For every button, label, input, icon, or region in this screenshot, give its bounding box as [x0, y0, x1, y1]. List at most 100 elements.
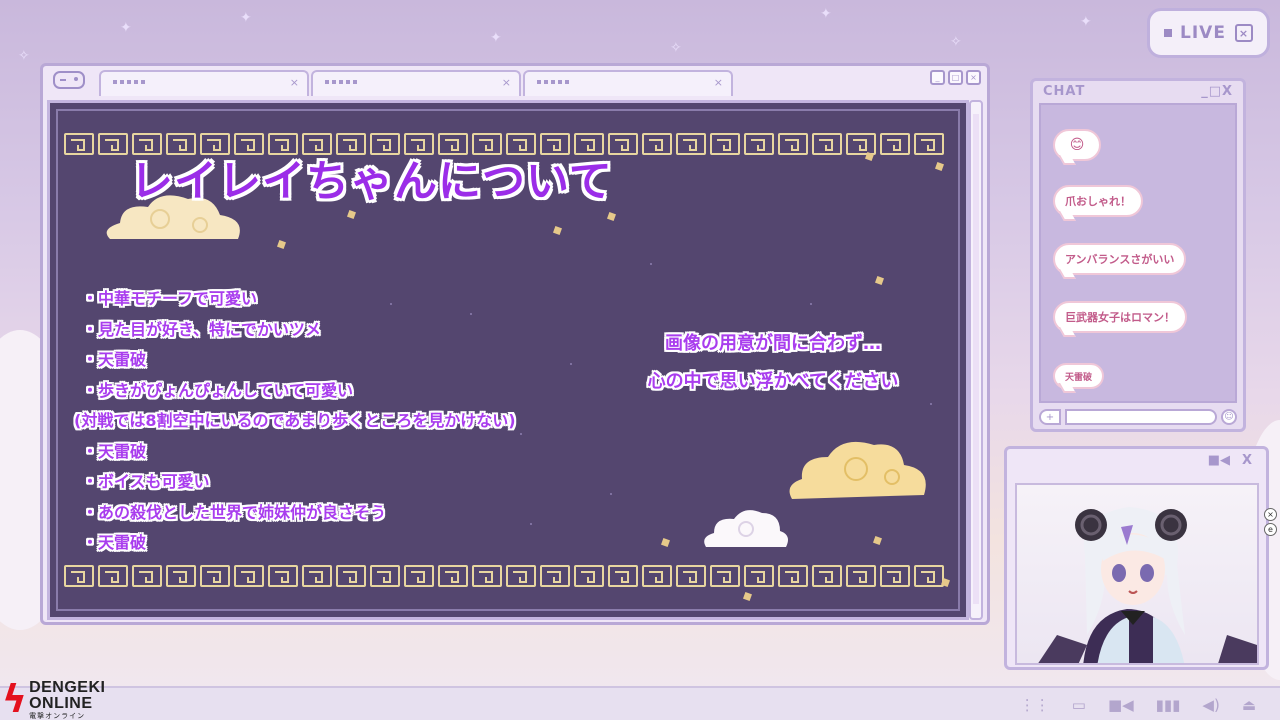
gamepad-icon [53, 71, 85, 89]
meander-key [64, 565, 94, 587]
meander-key [744, 565, 774, 587]
list-item: ・天雷破 [82, 350, 147, 369]
browser-tab-2[interactable]: × [311, 70, 521, 96]
meander-key [64, 133, 94, 155]
meander-key [710, 133, 740, 155]
emoji-icon[interactable]: ☺ [1221, 409, 1237, 425]
meander-key [778, 565, 808, 587]
tab-close-icon[interactable]: × [714, 76, 723, 89]
camera-icon[interactable]: ■◀ [1208, 453, 1230, 468]
eject-icon[interactable]: ⏏ [1242, 696, 1256, 714]
scrollbar-thumb[interactable] [973, 114, 979, 604]
chat-message: アンバランスさがいい [1053, 243, 1187, 275]
meander-key [914, 565, 944, 587]
close-button[interactable]: × [966, 70, 981, 85]
logo-line3: 電撃オンライン [29, 712, 86, 720]
image-notice: 画像の用意が間に合わず… 心の中で思い浮かべてください [598, 325, 948, 401]
meander-key [744, 133, 774, 155]
cloud-icon [789, 441, 926, 499]
taskbar: ⋮⋮ ▭ ■◀ ▮▮▮ ◀) ⏏ [0, 686, 1280, 720]
side-edge-icon[interactable]: e [1264, 523, 1277, 536]
side-close-icon[interactable]: × [1264, 508, 1277, 521]
slide-title: レイレイちゃんについて [130, 157, 613, 207]
vtuber-avatar-feed [1015, 483, 1259, 665]
camera-close-icon[interactable]: X [1242, 453, 1252, 468]
list-item: ・歩きがぴょんぴょんしていて可愛い [82, 380, 354, 400]
meander-key [846, 133, 876, 155]
add-icon[interactable]: + [1039, 409, 1061, 425]
scrollbar[interactable] [969, 100, 983, 620]
camera-header: ■◀ X [1007, 449, 1266, 471]
meander-key [914, 133, 944, 155]
chat-message: 爪おしゃれ！ [1053, 185, 1143, 217]
meander-key [676, 565, 706, 587]
live-dot-icon [1164, 29, 1172, 37]
tab-bar: × × × _ □ × [43, 66, 987, 96]
lightning-icon: ϟ [2, 677, 28, 720]
chat-message: 天雷破 [1053, 363, 1105, 389]
signal-icon[interactable]: ▮▮▮ [1156, 696, 1181, 714]
meander-key [778, 133, 808, 155]
meander-key [642, 133, 672, 155]
notice-line: 画像の用意が間に合わず… [665, 333, 881, 354]
slide-panel: レイレイちゃんについて ・中華モチーフで可愛い ・見た目が好き、特にでかいツメ … [47, 100, 969, 620]
camera-icon[interactable]: ■◀ [1108, 696, 1134, 714]
live-badge: LIVE × [1147, 8, 1270, 58]
avatar [1038, 507, 1257, 663]
meander-key [98, 133, 128, 155]
list-item-note: (対戦では8割空中にいるのであまり歩くところを見かけない) [74, 411, 516, 430]
main-window: × × × _ □ × レイレイちゃんについて ・中華モチーフで可愛い ・見た目… [40, 63, 990, 625]
meander-key [710, 565, 740, 587]
live-label: LIVE [1180, 23, 1226, 43]
chat-header: CHAT _□X [1033, 81, 1243, 101]
grip-icon[interactable]: ⋮⋮ [1020, 696, 1050, 714]
meander-key [268, 565, 298, 587]
tab-close-icon[interactable]: × [502, 76, 511, 89]
meander-key [370, 565, 400, 587]
meander-key [608, 565, 638, 587]
meander-key [200, 565, 230, 587]
maximize-button[interactable]: □ [948, 70, 963, 85]
list-item: ・天雷破 [82, 441, 147, 461]
meander-key [846, 565, 876, 587]
meander-key [438, 565, 468, 587]
meander-key [812, 133, 842, 155]
list-item: ・中華モチーフで可愛い [82, 289, 258, 308]
list-item: ・見た目が好き、特にでかいツメ [82, 319, 321, 339]
chat-message: 😊 [1053, 129, 1101, 161]
browser-tab-1[interactable]: × [99, 70, 309, 96]
meander-key [676, 133, 706, 155]
meander-key [880, 565, 910, 587]
live-close-icon[interactable]: × [1235, 24, 1253, 42]
meander-border-bottom [64, 565, 952, 587]
list-item: ・天雷破 [82, 533, 147, 552]
meander-key [540, 565, 570, 587]
chat-input[interactable] [1065, 409, 1217, 425]
meander-key [574, 565, 604, 587]
browser-tab-3[interactable]: × [523, 70, 733, 96]
volume-icon[interactable]: ◀) [1202, 696, 1219, 714]
tab-dots-icon [537, 80, 569, 84]
battery-icon[interactable]: ▭ [1072, 696, 1086, 714]
list-item: ・あの殺伐とした世界で姉妹仲が良さそう [82, 502, 387, 522]
camera-window: ■◀ X [1004, 446, 1269, 670]
meander-key [880, 133, 910, 155]
cloud-icon [704, 510, 788, 547]
chat-message: 巨武器女子はロマン！ [1053, 301, 1187, 333]
meander-key [404, 565, 434, 587]
tab-dots-icon [325, 80, 357, 84]
logo-line2: ONLINE [29, 695, 93, 712]
meander-key [506, 565, 536, 587]
chat-window-controls[interactable]: _□X [1201, 84, 1233, 99]
minimize-button[interactable]: _ [930, 70, 945, 85]
window-controls: _ □ × [930, 70, 981, 85]
meander-key [642, 565, 672, 587]
meander-key [336, 565, 366, 587]
meander-key [132, 565, 162, 587]
meander-key [234, 565, 264, 587]
tab-close-icon[interactable]: × [290, 76, 299, 89]
meander-key [302, 565, 332, 587]
chat-window: CHAT _□X 😊 爪おしゃれ！ アンバランスさがいい 巨武器女子はロマン！ … [1030, 78, 1246, 432]
meander-key [472, 565, 502, 587]
side-widget-icons: × e [1264, 508, 1277, 536]
